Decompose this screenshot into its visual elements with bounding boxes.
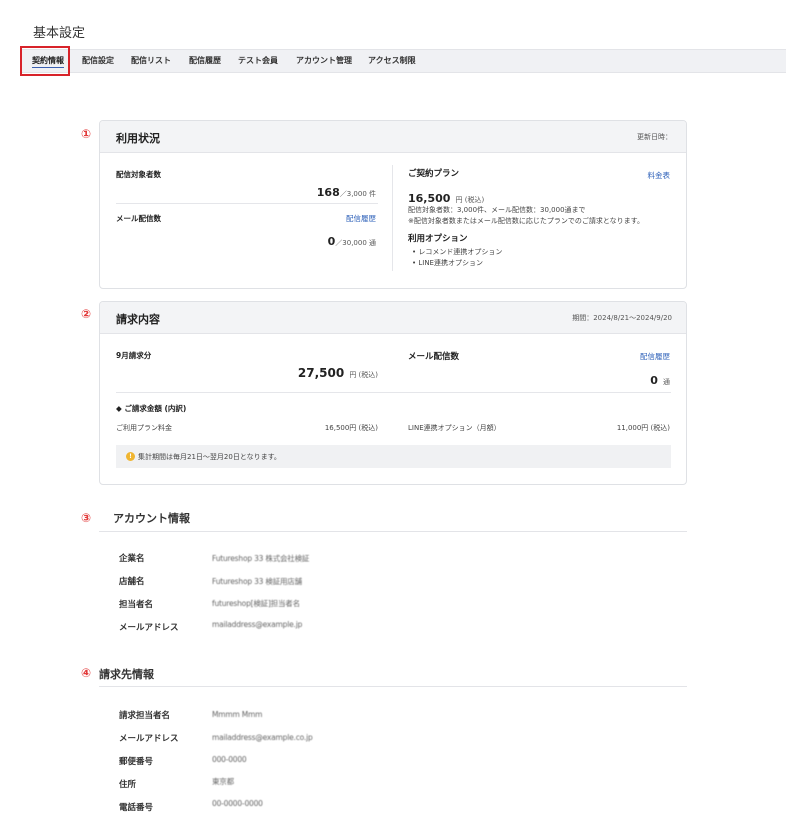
billing-card: 請求内容 期間：2024/8/21～2024/9/20 9月請求分 27,500… xyxy=(99,301,687,485)
phone-value: 00-0000-0000 xyxy=(212,799,263,808)
billing-email-label: メールアドレス xyxy=(119,734,179,744)
email-label: メールアドレス xyxy=(119,623,179,633)
plan-fee-label: ご利用プラン料金 xyxy=(116,424,172,432)
plan-fee-value: 16,500円 (税込) xyxy=(324,424,378,432)
notice-text: 集計期間は毎月21日～翌月20日となります。 xyxy=(138,453,281,461)
plan-price: 16,500 円 (税込) xyxy=(408,187,484,206)
divider xyxy=(116,203,378,204)
option-name: レコメンド連携オプション xyxy=(418,248,503,256)
company-name-value: Futureshop 33 株式会社検証 xyxy=(212,554,310,563)
option-item: • LINE連携オプション xyxy=(412,259,483,267)
divider xyxy=(99,531,687,532)
subscribers-value: 168 xyxy=(316,186,340,199)
address-value: 東京都 xyxy=(212,777,234,786)
plan-price-unit: 円 (税込) xyxy=(455,196,485,204)
mail-limit: ／30,000 通 xyxy=(335,239,376,247)
billing-mail-label: メール配信数 xyxy=(408,352,460,362)
contact-name-label: 担当者名 xyxy=(119,600,154,610)
billing-mail-value: 0 xyxy=(650,374,658,387)
marker-2: ② xyxy=(81,307,92,321)
subscribers-count: 168／3,000 件 xyxy=(317,181,376,200)
phone-label: 電話番号 xyxy=(119,803,154,813)
active-tab-highlight-box xyxy=(20,46,70,76)
tab-access-restriction[interactable]: アクセス制限 xyxy=(368,50,416,72)
line-option-label: LINE連携オプション（月額） xyxy=(408,424,501,432)
subscribers-label: 配信対象者数 xyxy=(116,170,161,179)
billing-month-label: 9月請求分 xyxy=(116,351,152,360)
divider xyxy=(116,392,671,393)
tab-delivery-settings[interactable]: 配信設定 xyxy=(82,50,114,72)
email-value: mailaddress@example.jp xyxy=(212,620,303,629)
account-title: アカウント情報 xyxy=(113,512,190,525)
divider xyxy=(99,686,687,687)
line-option-value: 11,000円 (税込) xyxy=(616,424,670,432)
plan-label: ご契約プラン xyxy=(408,169,460,179)
contact-name-value: futureshop[検証]担当者名 xyxy=(212,599,300,608)
marker-1: ① xyxy=(81,127,92,141)
notice-box: ! 集計期間は毎月21日～翌月20日となります。 xyxy=(116,445,671,468)
billing-contact-section-title: 請求先情報 xyxy=(99,666,154,682)
breakdown-label: ◆ ご請求金額 (内訳) xyxy=(116,404,187,413)
option-item: • レコメンド連携オプション xyxy=(412,248,503,256)
billing-contact-name-label: 請求担当者名 xyxy=(119,711,171,721)
store-name-value: Futureshop 33 検証用店舗 xyxy=(212,577,302,586)
tab-delivery-list[interactable]: 配信リスト xyxy=(131,50,171,72)
tab-delivery-history[interactable]: 配信履歴 xyxy=(189,50,221,72)
billing-amount-value: 27,500 xyxy=(297,366,345,380)
tab-test-members[interactable]: テスト会員 xyxy=(238,50,278,72)
billing-mail-unit: 通 xyxy=(663,378,670,386)
billing-card-header: 請求内容 期間：2024/8/21～2024/9/20 xyxy=(100,302,686,334)
price-table-link[interactable]: 料金表 xyxy=(648,170,671,181)
billing-contact-title: 請求先情報 xyxy=(99,668,154,681)
options-label: 利用オプション xyxy=(408,234,468,244)
mail-count-label: メール配信数 xyxy=(116,214,161,223)
usage-title: 利用状況 xyxy=(116,132,160,145)
page-title: 基本設定 xyxy=(33,26,86,41)
tab-bar: 契約情報 配信設定 配信リスト 配信履歴 テスト会員 アカウント管理 アクセス制… xyxy=(20,49,786,73)
store-name-label: 店舗名 xyxy=(119,577,145,587)
billing-mail-history-link[interactable]: 配信履歴 xyxy=(640,351,670,362)
tab-account-management[interactable]: アカウント管理 xyxy=(296,50,352,72)
usage-card-header: 利用状況 更新日時： xyxy=(100,121,686,153)
account-section-title: アカウント情報 xyxy=(99,510,190,526)
updated-at: 更新日時： xyxy=(637,133,672,141)
billing-title: 請求内容 xyxy=(116,313,160,326)
plan-note: ※配信対象者数またはメール配信数に応じたプランでのご請求となります。 xyxy=(408,217,644,225)
company-name-label: 企業名 xyxy=(119,554,145,564)
subscribers-limit: ／3,000 件 xyxy=(339,190,376,198)
billing-amount-unit: 円 (税込) xyxy=(349,371,378,379)
column-divider xyxy=(392,165,393,271)
mail-history-link[interactable]: 配信履歴 xyxy=(346,213,376,224)
marker-4: ④ xyxy=(81,666,92,680)
info-icon: ! xyxy=(126,452,135,461)
billing-amount: 27,500 円 (税込) xyxy=(298,362,378,381)
mail-count: 0／30,000 通 xyxy=(328,230,376,249)
plan-description: 配信対象者数：3,000件、メール配信数：30,000通まで xyxy=(408,206,586,214)
billing-contact-name-value: Mmmm Mmm xyxy=(212,710,263,719)
address-label: 住所 xyxy=(119,780,137,790)
billing-period: 期間：2024/8/21～2024/9/20 xyxy=(572,314,672,322)
postal-code-label: 郵便番号 xyxy=(119,757,154,767)
billing-email-value: mailaddress@example.co.jp xyxy=(212,733,313,742)
usage-card: 利用状況 更新日時： 配信対象者数 168／3,000 件 メール配信数 配信履… xyxy=(99,120,687,289)
marker-3: ③ xyxy=(81,511,92,525)
postal-code-value: 000-0000 xyxy=(212,755,247,764)
plan-price-value: 16,500 xyxy=(408,192,451,205)
billing-mail-count: 0 通 xyxy=(650,369,670,388)
option-name: LINE連携オプション xyxy=(418,259,483,267)
